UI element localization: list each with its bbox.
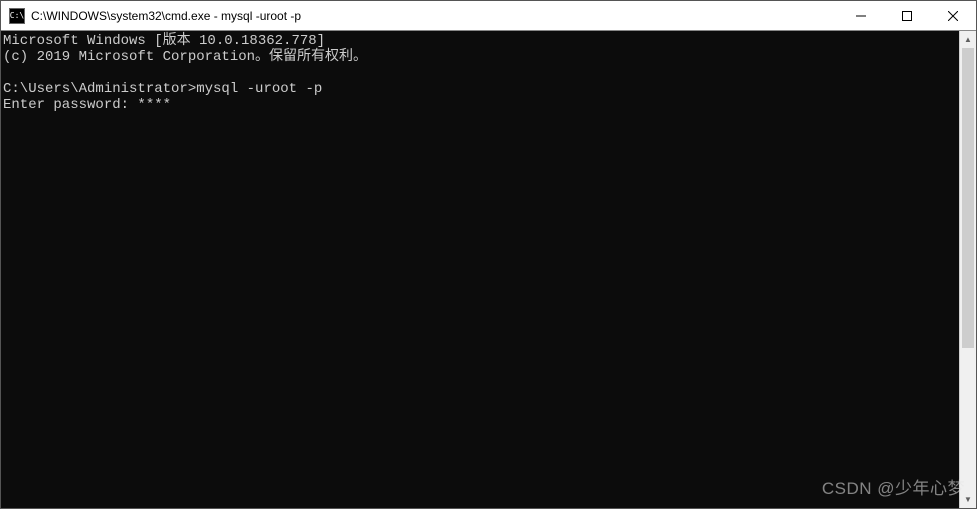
maximize-icon xyxy=(902,11,912,21)
scroll-up-arrow-icon[interactable]: ▲ xyxy=(960,31,976,48)
window-controls xyxy=(838,1,976,30)
titlebar[interactable]: C:\ C:\WINDOWS\system32\cmd.exe - mysql … xyxy=(1,1,976,31)
close-button[interactable] xyxy=(930,1,976,30)
client-area: Microsoft Windows [版本 10.0.18362.778] (c… xyxy=(1,31,976,508)
scroll-track[interactable] xyxy=(960,48,976,491)
scroll-down-arrow-icon[interactable]: ▼ xyxy=(960,491,976,508)
cmd-window: C:\ C:\WINDOWS\system32\cmd.exe - mysql … xyxy=(0,0,977,509)
close-icon xyxy=(948,11,958,21)
minimize-icon xyxy=(856,11,866,21)
vertical-scrollbar[interactable]: ▲ ▼ xyxy=(959,31,976,508)
minimize-button[interactable] xyxy=(838,1,884,30)
cmd-icon: C:\ xyxy=(9,8,25,24)
scroll-thumb[interactable] xyxy=(962,48,974,348)
window-title: C:\WINDOWS\system32\cmd.exe - mysql -uro… xyxy=(31,9,838,23)
maximize-button[interactable] xyxy=(884,1,930,30)
terminal-output[interactable]: Microsoft Windows [版本 10.0.18362.778] (c… xyxy=(1,31,959,508)
